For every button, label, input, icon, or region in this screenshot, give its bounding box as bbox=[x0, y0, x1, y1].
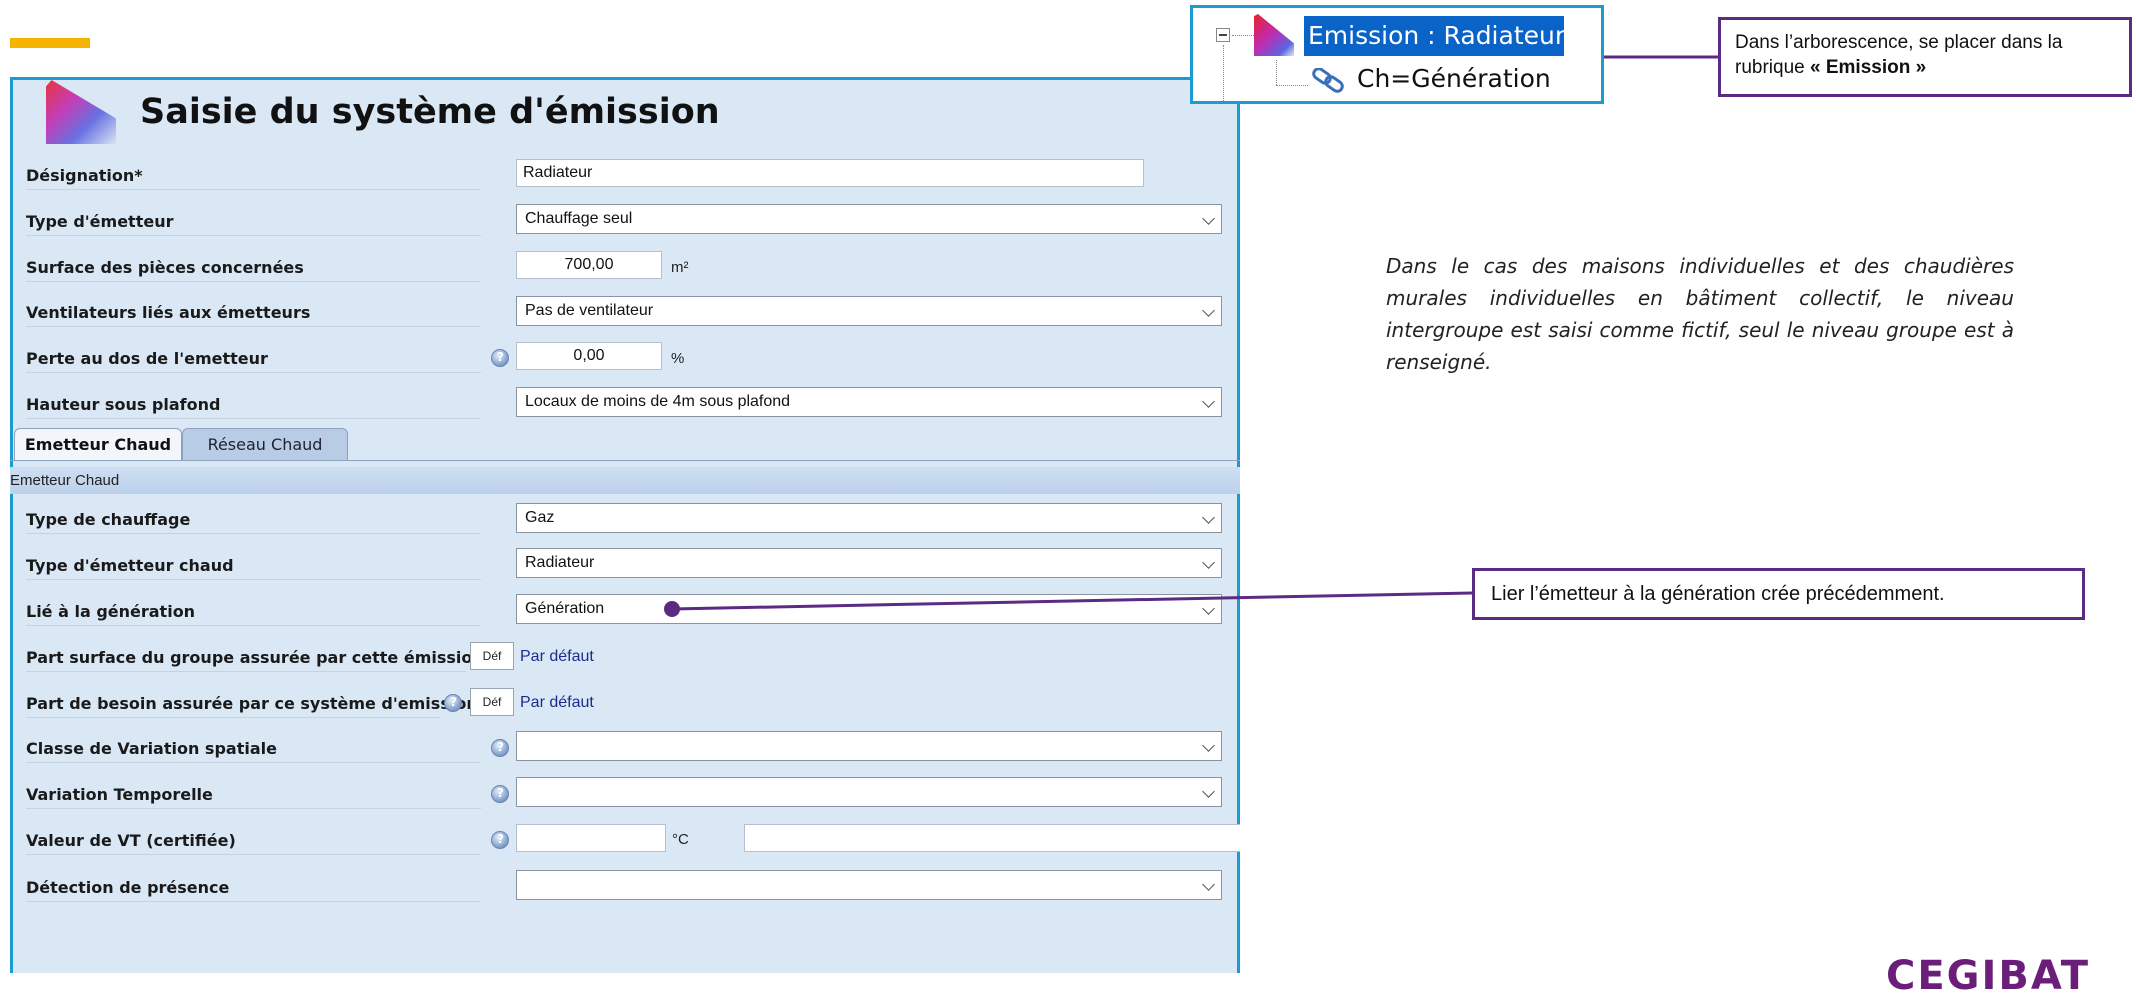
presence-detection-label: Détection de présence bbox=[26, 878, 481, 902]
back-loss-unit: % bbox=[671, 350, 685, 367]
help-icon[interactable] bbox=[444, 694, 462, 712]
tree-line bbox=[1223, 45, 1224, 101]
fans-label: Ventilateurs liés aux émetteurs bbox=[26, 303, 481, 327]
surface-share-default-button[interactable]: Déf bbox=[470, 642, 514, 670]
fans-select[interactable]: Pas de ventilateur bbox=[516, 296, 1222, 326]
generation-link-select[interactable]: Génération bbox=[516, 594, 1222, 624]
chain-link-icon bbox=[1312, 68, 1344, 93]
generation-link-label: Lié à la génération bbox=[26, 602, 481, 626]
tree-hint-bold: « Emission » bbox=[1810, 57, 1927, 78]
designation-label: Désignation* bbox=[26, 166, 481, 190]
chevron-down-icon bbox=[1202, 511, 1215, 524]
emitter-type-value: Chauffage seul bbox=[525, 210, 633, 227]
link-hint-callout: Lier l’émetteur à la génération crée pré… bbox=[1472, 568, 2085, 620]
surface-unit: m² bbox=[671, 259, 689, 276]
presence-detection-select[interactable] bbox=[516, 870, 1222, 900]
need-share-value[interactable]: Par défaut bbox=[520, 694, 594, 712]
collapse-icon[interactable] bbox=[1216, 28, 1230, 42]
designation-input[interactable]: Radiateur bbox=[516, 159, 1144, 187]
emitter-type-label: Type d'émetteur bbox=[26, 212, 481, 236]
temporal-variation-label: Variation Temporelle bbox=[26, 785, 481, 809]
fans-value: Pas de ventilateur bbox=[525, 302, 654, 319]
temporal-variation-select[interactable] bbox=[516, 777, 1222, 807]
section-header: Emetteur Chaud bbox=[10, 467, 1240, 494]
heating-type-select[interactable]: Gaz bbox=[516, 503, 1222, 533]
back-loss-input[interactable]: 0,00 bbox=[516, 342, 662, 370]
back-loss-label: Perte au dos de l'emetteur bbox=[26, 349, 481, 373]
help-icon[interactable] bbox=[491, 739, 509, 757]
chevron-down-icon bbox=[1202, 785, 1215, 798]
tree-line bbox=[1276, 85, 1308, 86]
vt-value-input[interactable] bbox=[516, 824, 666, 852]
vt-unit: °C bbox=[672, 831, 689, 848]
surface-input[interactable]: 700,00 bbox=[516, 251, 662, 279]
chevron-down-icon bbox=[1202, 556, 1215, 569]
vt-value-label: Valeur de VT (certifiée) bbox=[26, 831, 481, 855]
tab-reseau-chaud[interactable]: Réseau Chaud bbox=[182, 428, 348, 461]
need-share-default-button[interactable]: Déf bbox=[470, 688, 514, 716]
hot-emitter-type-select[interactable]: Radiateur bbox=[516, 548, 1222, 578]
surface-share-value[interactable]: Par défaut bbox=[520, 648, 594, 666]
chevron-down-icon bbox=[1202, 739, 1215, 752]
spatial-variation-select[interactable] bbox=[516, 731, 1222, 761]
heating-type-value: Gaz bbox=[525, 509, 555, 526]
chevron-down-icon bbox=[1202, 602, 1215, 615]
need-share-label: Part de besoin assurée par ce système d'… bbox=[26, 694, 478, 718]
generation-link-value: Génération bbox=[525, 600, 605, 617]
ceiling-height-select[interactable]: Locaux de moins de 4m sous plafond bbox=[516, 387, 1222, 417]
chevron-down-icon bbox=[1202, 395, 1215, 408]
help-icon[interactable] bbox=[491, 349, 509, 367]
brand-logo-partial: CEGIBAT bbox=[1886, 953, 2091, 999]
vt-extra-input[interactable] bbox=[744, 824, 1240, 852]
heating-type-label: Type de chauffage bbox=[26, 510, 481, 534]
chevron-down-icon bbox=[1202, 878, 1215, 891]
tree-line bbox=[1232, 35, 1254, 36]
help-icon[interactable] bbox=[491, 831, 509, 849]
spatial-variation-label: Classe de Variation spatiale bbox=[26, 739, 481, 763]
help-icon[interactable] bbox=[491, 785, 509, 803]
hot-emitter-type-label: Type d'émetteur chaud bbox=[26, 556, 481, 580]
tree-node-emission[interactable]: Emission : Radiateur bbox=[1304, 16, 1565, 56]
surface-label: Surface des pièces concernées bbox=[26, 258, 481, 282]
chevron-down-icon bbox=[1202, 212, 1215, 225]
tab-emetteur-chaud[interactable]: Emetteur Chaud bbox=[14, 428, 182, 461]
note-text: Dans le cas des maisons individuelles et… bbox=[1386, 254, 2014, 374]
ceiling-height-label: Hauteur sous plafond bbox=[26, 395, 481, 419]
tab-divider bbox=[10, 460, 1240, 461]
tree-line bbox=[1276, 60, 1277, 85]
surface-share-label: Part surface du groupe assurée par cette… bbox=[26, 648, 484, 672]
hot-emitter-type-value: Radiateur bbox=[525, 554, 595, 571]
emitter-type-select[interactable]: Chauffage seul bbox=[516, 204, 1222, 234]
tree-node-generation[interactable]: Ch=Génération bbox=[1357, 64, 1551, 93]
chevron-down-icon bbox=[1202, 304, 1215, 317]
accent-bar bbox=[10, 38, 90, 48]
ceiling-height-value: Locaux de moins de 4m sous plafond bbox=[525, 393, 791, 410]
tree-hint-callout: Dans l’arborescence, se placer dans la r… bbox=[1718, 17, 2132, 97]
form-title: Saisie du système d'émission bbox=[140, 92, 720, 132]
